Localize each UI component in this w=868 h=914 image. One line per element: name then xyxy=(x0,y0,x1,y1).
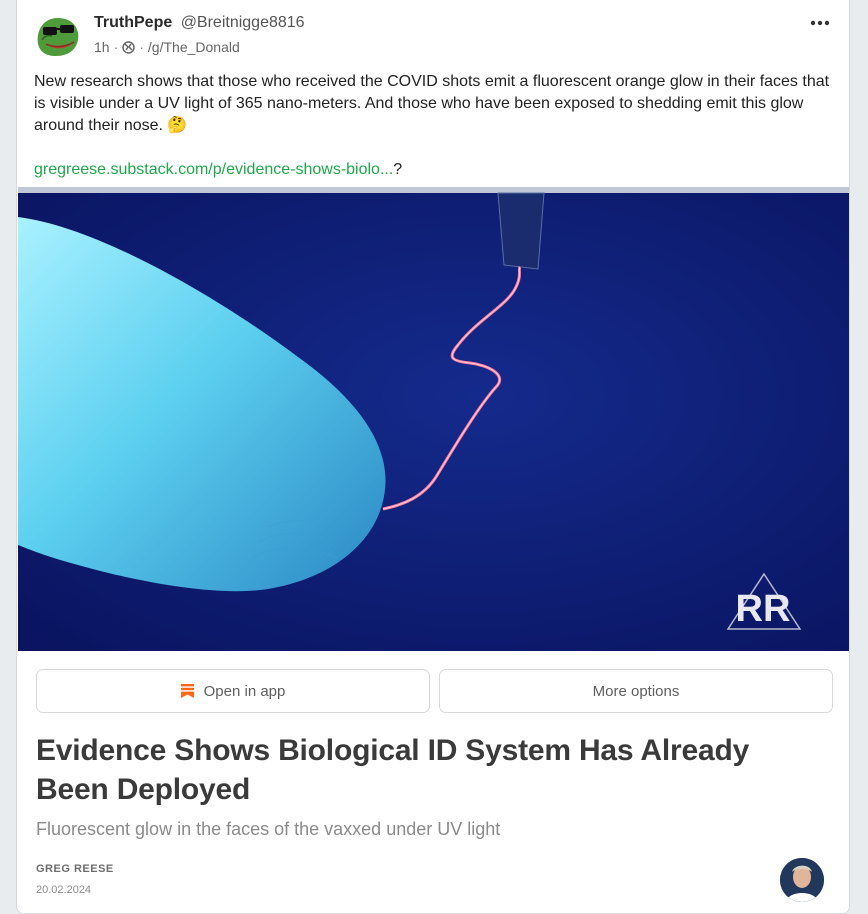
pepe-avatar-image xyxy=(34,10,82,58)
article-subtitle: Fluorescent glow in the faces of the vax… xyxy=(36,819,501,839)
post-body-text: New research shows that those who receiv… xyxy=(34,73,830,134)
open-in-app-button[interactable]: Open in app xyxy=(36,669,430,713)
post-link-line: gregreese.substack.com/p/evidence-shows-… xyxy=(34,159,402,181)
post-card: TruthPepe @Breitnigge8816 1h · · /g/The_… xyxy=(16,0,850,914)
user-handle[interactable]: @Breitnigge8816 xyxy=(181,14,305,31)
meta-separator: · xyxy=(139,39,144,55)
article-date: 20.02.2024 xyxy=(36,884,92,896)
article-link[interactable]: gregreese.substack.com/p/evidence-shows-… xyxy=(34,161,393,178)
meta-separator: · xyxy=(113,39,119,55)
user-avatar[interactable] xyxy=(34,10,82,58)
more-options-embed-button[interactable]: More options xyxy=(439,669,833,713)
more-options-label: More options xyxy=(592,682,680,700)
article-author: GREG REESE xyxy=(36,863,114,875)
link-suffix: ? xyxy=(393,161,403,178)
display-name[interactable]: TruthPepe xyxy=(94,14,172,31)
post-meta: 1h · · /g/The_Donald xyxy=(94,39,240,55)
open-in-app-label: Open in app xyxy=(203,682,286,700)
ellipsis-horizontal-icon xyxy=(810,20,830,26)
federated-globe-icon xyxy=(122,40,135,54)
embedded-article-screenshot[interactable]: RR Open in app More options Evidence Sho… xyxy=(18,187,849,913)
author-avatar xyxy=(780,858,824,902)
author-line: TruthPepe @Breitnigge8816 xyxy=(94,14,305,32)
more-options-button[interactable] xyxy=(807,12,833,34)
post-time[interactable]: 1h xyxy=(94,39,110,55)
community-link[interactable]: /g/The_Donald xyxy=(148,39,240,55)
article-title: Evidence Shows Biological ID System Has … xyxy=(36,734,750,806)
uv-fingertip-image: RR xyxy=(18,187,849,651)
svg-text:RR: RR xyxy=(736,588,791,630)
substack-icon xyxy=(180,684,194,698)
